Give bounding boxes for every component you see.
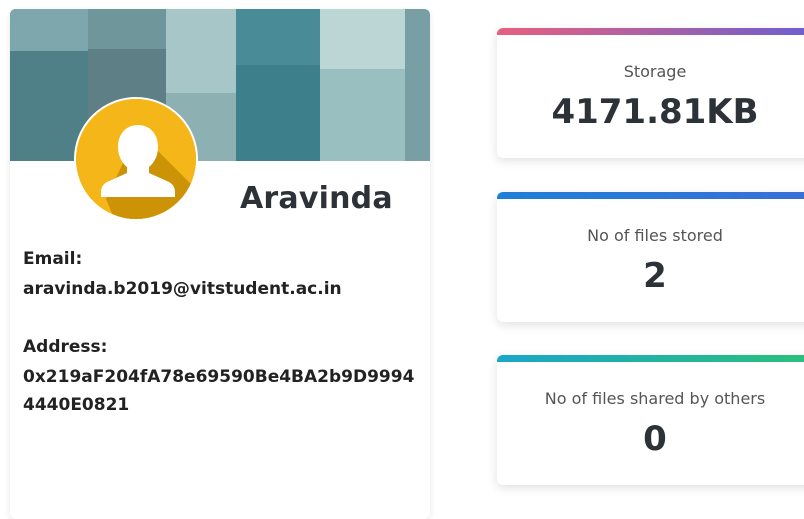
user-silhouette-icon: [76, 99, 196, 219]
files-shared-card-accent: [497, 355, 804, 362]
storage-title: Storage: [623, 62, 687, 81]
files-stored-card: No of files stored 2: [497, 192, 804, 322]
storage-value: 4171.81KB: [551, 92, 759, 132]
files-stored-title: No of files stored: [587, 226, 723, 245]
files-shared-value: 0: [643, 419, 667, 459]
address-value: 0x219aF204fA78e69590Be4BA2b9D99944440E08…: [23, 367, 415, 415]
files-shared-title: No of files shared by others: [544, 389, 766, 408]
files-stored-value: 2: [643, 256, 667, 296]
profile-cover-image: [10, 9, 430, 161]
profile-card: Aravinda Email: aravinda.b2019@vitstuden…: [10, 9, 430, 519]
storage-card: Storage 4171.81KB: [497, 28, 804, 158]
profile-name: Aravinda: [240, 181, 393, 216]
storage-card-accent: [497, 28, 804, 35]
address-label: Address:: [23, 337, 108, 357]
email-label: Email:: [23, 249, 83, 269]
email-value: aravinda.b2019@vitstudent.ac.in: [23, 279, 342, 299]
avatar: [74, 97, 198, 221]
files-shared-card: No of files shared by others 0: [497, 355, 804, 485]
files-stored-card-accent: [497, 192, 804, 199]
